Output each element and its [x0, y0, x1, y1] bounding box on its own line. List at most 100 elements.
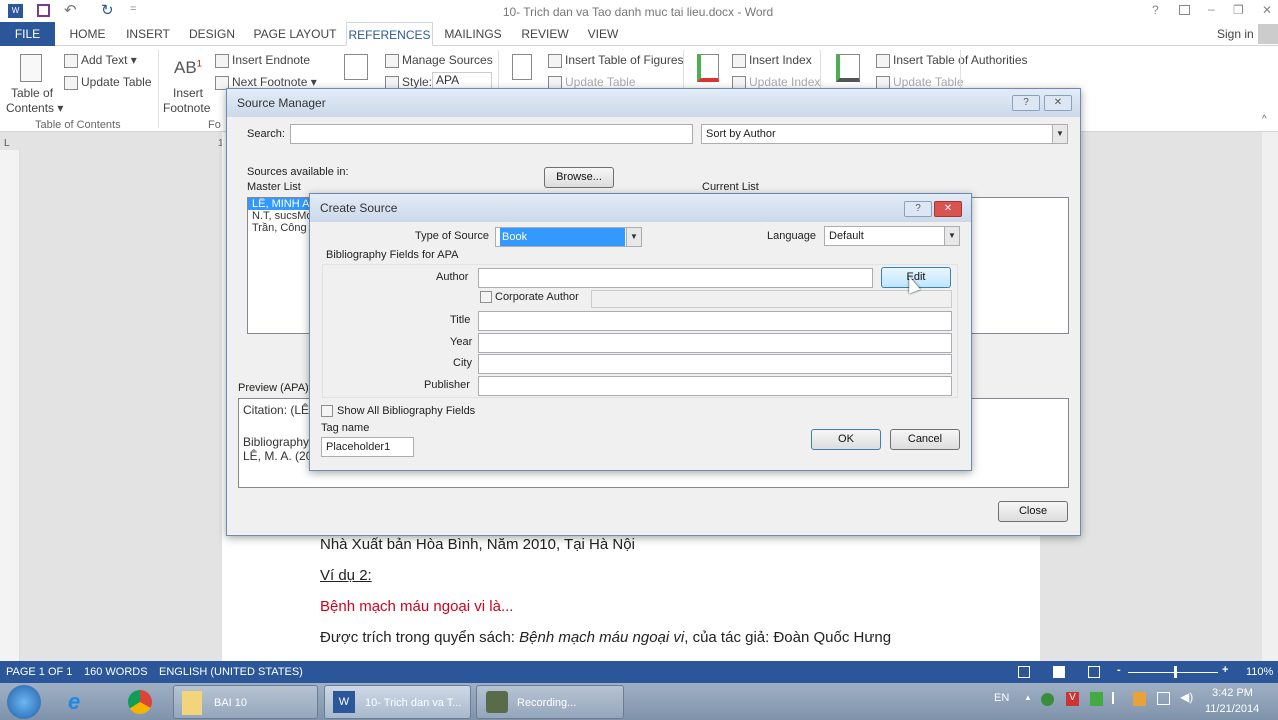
- zoom-level[interactable]: 110%: [1246, 666, 1273, 678]
- nvidia-icon[interactable]: [1090, 692, 1103, 706]
- chevron-down-icon[interactable]: ▼: [1052, 124, 1068, 144]
- table-of-authorities-icon: [876, 53, 890, 68]
- minimize-button[interactable]: –: [1208, 2, 1215, 16]
- taskbar: e BAI 10 10- Trich dan va T... Recording…: [0, 683, 1278, 720]
- mark-citation-icon[interactable]: [836, 54, 860, 82]
- search-input[interactable]: [290, 124, 693, 144]
- redo-icon[interactable]: ↻: [101, 1, 114, 19]
- insert-table-of-figures-button[interactable]: Insert Table of Figures: [548, 53, 684, 68]
- cancel-button[interactable]: Cancel: [890, 429, 960, 450]
- corporate-author-checkbox[interactable]: [480, 291, 492, 303]
- master-list-item[interactable]: N.T, sucsMo: [248, 210, 316, 222]
- undo-icon[interactable]: ↶: [64, 1, 77, 19]
- zoom-slider-thumb[interactable]: [1174, 666, 1177, 678]
- sign-in-link[interactable]: Sign in: [1217, 27, 1254, 41]
- master-list-item[interactable]: Trần, Công: [248, 222, 316, 234]
- master-list[interactable]: LÊ, MINH AN N.T, sucsMo Trần, Công: [247, 197, 317, 334]
- close-button[interactable]: Close: [998, 501, 1068, 522]
- start-button[interactable]: [7, 685, 41, 719]
- tab-mailings[interactable]: MAILINGS: [440, 22, 506, 46]
- tab-design[interactable]: DESIGN: [183, 22, 241, 46]
- type-of-source-dropdown[interactable]: Book: [495, 227, 642, 247]
- language-dropdown[interactable]: Default: [824, 226, 960, 246]
- tab-page-layout[interactable]: PAGE LAYOUT: [250, 22, 340, 46]
- clock-time[interactable]: 3:42 PM: [1212, 687, 1253, 699]
- close-x-button[interactable]: ✕: [1044, 95, 1072, 111]
- insert-caption-icon[interactable]: [512, 54, 532, 80]
- year-input[interactable]: [478, 333, 952, 353]
- volume-icon[interactable]: ◀): [1180, 690, 1193, 704]
- title-input[interactable]: [478, 311, 952, 331]
- close-button[interactable]: ✕: [1262, 3, 1272, 17]
- word-count[interactable]: 160 WORDS: [84, 666, 148, 678]
- show-all-fields-checkbox[interactable]: [321, 405, 333, 417]
- save-icon[interactable]: [37, 4, 50, 17]
- zoom-in-button[interactable]: +: [1222, 664, 1228, 676]
- zoom-out-button[interactable]: -: [1117, 664, 1121, 676]
- restore-button[interactable]: ❐: [1233, 3, 1244, 17]
- insert-endnote-button[interactable]: Insert Endnote: [215, 53, 310, 68]
- tag-name-input[interactable]: Placeholder1: [321, 437, 414, 457]
- update-icon[interactable]: [1133, 692, 1146, 706]
- add-text-button[interactable]: Add Text ▾: [64, 53, 137, 68]
- tab-review[interactable]: REVIEW: [518, 22, 572, 46]
- antivirus-icon[interactable]: V: [1066, 692, 1079, 706]
- ribbon-tabs: FILE HOME INSERT DESIGN PAGE LAYOUT REFE…: [0, 22, 1278, 46]
- insert-index-button[interactable]: Insert Index: [732, 53, 812, 68]
- table-of-contents-button-line2[interactable]: Contents ▾: [6, 101, 63, 115]
- table-of-contents-icon: [20, 54, 42, 82]
- insert-citation-icon[interactable]: [344, 54, 368, 80]
- language-status[interactable]: ENGLISH (UNITED STATES): [159, 666, 303, 678]
- internet-explorer-icon[interactable]: e: [68, 689, 80, 715]
- next-footnote-label: Next Footnote ▾: [232, 75, 317, 89]
- current-list-label: Current List: [702, 181, 759, 193]
- mark-entry-icon[interactable]: [697, 54, 719, 82]
- clock-date[interactable]: 11/21/2014: [1205, 703, 1259, 715]
- insert-footnote-button-line2[interactable]: Footnote: [163, 101, 210, 115]
- create-source-dialog: Create Source ? ✕ Type of Source Book ▼ …: [309, 193, 972, 471]
- tab-file[interactable]: FILE: [0, 22, 55, 46]
- chevron-down-icon[interactable]: ▼: [626, 227, 642, 247]
- print-layout-icon[interactable]: [1053, 666, 1065, 678]
- manage-sources-button[interactable]: Manage Sources: [385, 53, 493, 68]
- insert-footnote-button[interactable]: Insert: [173, 86, 203, 100]
- zoom-slider[interactable]: [1128, 672, 1218, 673]
- web-layout-icon[interactable]: [1088, 666, 1100, 678]
- manage-sources-label: Manage Sources: [402, 53, 493, 67]
- insert-table-of-authorities-button[interactable]: Insert Table of Authorities: [876, 53, 1028, 68]
- help-button[interactable]: ?: [904, 201, 932, 217]
- collapse-ribbon-icon[interactable]: ^: [1262, 114, 1267, 125]
- network-globe-icon[interactable]: [1041, 693, 1054, 706]
- page-count[interactable]: PAGE 1 OF 1: [6, 666, 72, 678]
- close-x-button[interactable]: ✕: [934, 201, 962, 217]
- publisher-input[interactable]: [478, 376, 952, 396]
- tab-references[interactable]: REFERENCES: [346, 22, 433, 46]
- show-hidden-icons[interactable]: ▲: [1024, 693, 1032, 702]
- customize-qat-icon[interactable]: =: [130, 3, 136, 15]
- tab-insert[interactable]: INSERT: [120, 22, 176, 46]
- browse-button[interactable]: Browse...: [544, 167, 614, 188]
- table-of-contents-button[interactable]: Table of: [11, 86, 53, 100]
- help-button[interactable]: ?: [1012, 95, 1040, 111]
- chevron-down-icon[interactable]: ▼: [944, 226, 960, 246]
- update-table-button[interactable]: Update Table: [64, 75, 152, 90]
- master-list-item[interactable]: LÊ, MINH AN: [248, 198, 316, 210]
- tab-home[interactable]: HOME: [60, 22, 115, 46]
- action-center-flag-icon[interactable]: [1112, 692, 1123, 704]
- sort-dropdown[interactable]: Sort by Author: [701, 124, 1068, 144]
- ribbon-display-button[interactable]: [1179, 5, 1190, 15]
- input-language[interactable]: EN: [994, 692, 1009, 704]
- title-label: Title: [450, 314, 471, 326]
- help-button[interactable]: ?: [1152, 3, 1159, 17]
- tab-view[interactable]: VIEW: [582, 22, 624, 46]
- title-bar: W ↶ ↻ = 10- Trich dan va Tao danh muc ta…: [0, 0, 1278, 22]
- read-mode-icon[interactable]: [1018, 666, 1030, 678]
- author-input[interactable]: [478, 268, 873, 288]
- chrome-icon[interactable]: [128, 690, 152, 714]
- user-avatar[interactable]: [1258, 24, 1278, 44]
- network-icon[interactable]: [1157, 692, 1170, 705]
- ok-button[interactable]: OK: [811, 429, 881, 450]
- vertical-scrollbar[interactable]: [1262, 132, 1278, 661]
- current-list[interactable]: [967, 197, 1069, 334]
- city-input[interactable]: [478, 354, 952, 374]
